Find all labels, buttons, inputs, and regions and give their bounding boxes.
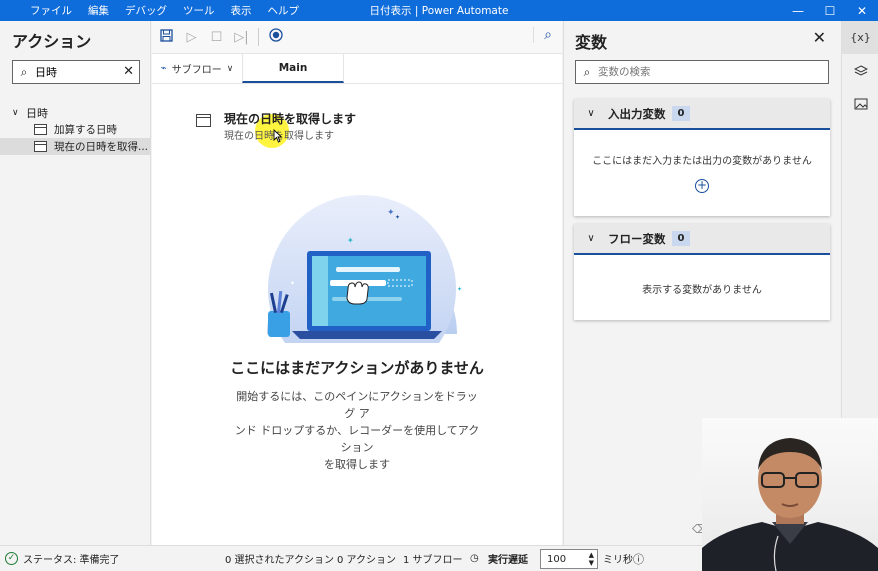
io-variables-body: ここにはまだ入力または出力の変数がありません + [574,130,830,193]
variables-search-input[interactable] [598,66,798,78]
menu-tools[interactable]: ツール [183,3,215,18]
spinner-arrows-icon[interactable]: ▲ ▼ [589,551,594,567]
add-variable-icon[interactable]: + [695,179,709,193]
empty-state-title: ここにはまだアクションがありません [230,359,484,377]
toolbar-divider [258,28,259,46]
subflows-count: 1 サブフロー [403,555,463,566]
tree-group-label: 日時 [26,106,48,120]
search-icon[interactable]: ⌕ [533,27,552,43]
svg-text:✦: ✦ [290,280,295,287]
subflow-icon: ⌁ [160,63,167,74]
title-bar: ファイル 編集 デバッグ ツール 表示 ヘルプ 日付表示 | Power Aut… [0,0,878,21]
svg-text:✦: ✦ [387,208,395,218]
dragged-action-title: 現在の日時を取得します [224,112,357,126]
info-icon[interactable]: ⓘ [633,551,644,567]
variables-pane-title: 変数 [575,33,608,52]
search-icon: ⌕ [583,64,591,79]
chevron-down-icon: ∨ [587,233,595,244]
calendar-icon [196,114,211,127]
selected-actions-count: 0 選択されたアクション [225,555,335,566]
svg-text:✦: ✦ [347,236,354,245]
chevron-down-icon: ∨ [587,108,595,119]
menu-help[interactable]: ヘルプ [268,3,300,18]
tree-item-get-current-datetime[interactable]: 現在の日時を取得... [0,138,151,155]
calendar-icon [34,124,47,135]
save-icon[interactable] [154,28,179,46]
menu-edit[interactable]: 編集 [88,3,109,18]
menu-bar: ファイル 編集 デバッグ ツール 表示 ヘルプ [30,3,315,18]
flow-designer: ▷ ☐ ▷| ⌕ ⌁ サブフロー ∨ Main 現在の日時を取得します 現在の日… [152,21,562,545]
actions-search-input[interactable] [35,65,115,79]
menu-file[interactable]: ファイル [30,3,72,18]
dragged-action-subtitle: 現在の日時を取得します [224,127,356,142]
subflows-dropdown[interactable]: ⌁ サブフロー ∨ [152,54,242,83]
status-text: ステータス: 準備完了 [23,555,120,566]
run-delay-value: 100 [547,553,567,565]
presenter-webcam [702,418,878,571]
status-ok-icon: ✓ [5,552,18,565]
menu-debug[interactable]: デバッグ [125,3,167,18]
actions-tree: ∨ 日時 加算する日時 現在の日時を取得... [0,104,151,155]
tree-group-datetime[interactable]: ∨ 日時 [0,104,151,121]
maximize-button[interactable]: ☐ [814,0,846,21]
images-icon[interactable] [842,87,878,120]
run-icon[interactable]: ▷ [179,30,204,45]
designer-toolbar: ▷ ☐ ▷| ⌕ [152,21,562,54]
chevron-down-icon: ∨ [12,107,19,118]
flow-variables-empty-text: 表示する変数がありません [642,285,762,296]
actions-search-box: ⌕ ✕ [12,60,140,84]
svg-text:✦: ✦ [457,286,462,293]
io-variables-empty-text: ここにはまだ入力または出力の変数がありません [592,156,812,167]
stop-icon[interactable]: ☐ [204,30,229,45]
search-icon: ⌕ [20,64,28,79]
io-variables-count: 0 [671,106,691,121]
dragged-action-text: 現在の日時を取得します 現在の日時を取得します [224,110,356,142]
calendar-icon [34,141,47,152]
ui-elements-icon[interactable] [842,54,878,87]
empty-state-description: 開始するには、このペインにアクションをドラッグ ア ンド ドロップするか、レコー… [232,388,482,473]
actions-pane-title: アクション [12,32,92,51]
actions-count: 0 アクション [337,555,397,566]
window-controls: — ☐ ✕ [782,0,878,21]
io-variables-label: 入出力変数 [608,106,666,121]
tab-main[interactable]: Main [242,54,344,83]
actions-pane: アクション ⌕ ✕ ∨ 日時 加算する日時 現在の日時を取得... [0,21,151,545]
chevron-down-icon: ∨ [226,63,234,74]
mouse-pointer-icon [273,128,283,147]
empty-state-line: 開始するには、このペインにアクションをドラッグ ア [236,390,478,420]
subflow-tabs: ⌁ サブフロー ∨ Main [152,54,562,84]
run-delay-label: 実行遅延 [488,555,528,566]
clock-icon: ◷ [470,553,479,564]
variables-icon[interactable]: {x} [842,21,878,54]
empty-state-line: ンド ドロップするか、レコーダーを使用してアクション [234,424,480,454]
io-variables-header[interactable]: ∨ 入出力変数 0 [574,99,830,130]
flow-variables-header[interactable]: ∨ フロー変数 0 [574,224,830,255]
io-variables-section: ∨ 入出力変数 0 ここにはまだ入力または出力の変数がありません + [574,99,830,216]
close-window-button[interactable]: ✕ [846,0,878,21]
empty-state-line: を取得します [324,458,390,471]
clear-search-icon[interactable]: ✕ [123,64,134,79]
flow-variables-body: 表示する変数がありません [574,255,830,296]
tree-item-add-datetime[interactable]: 加算する日時 [0,121,151,138]
minimize-button[interactable]: — [782,0,814,21]
tree-item-label: 現在の日時を取得... [54,141,149,153]
menu-view[interactable]: 表示 [231,3,252,18]
flow-variables-label: フロー変数 [608,231,666,246]
flow-variables-count: 0 [671,231,691,246]
run-next-action-icon[interactable]: ▷| [229,30,254,45]
subflow-label: サブフロー [171,65,222,76]
run-delay-input[interactable]: 100 ▲ ▼ [540,549,598,569]
flow-variables-section: ∨ フロー変数 0 表示する変数がありません [574,224,830,320]
tree-item-label: 加算する日時 [54,124,117,136]
variables-search-box: ⌕ [575,60,829,84]
empty-flow-illustration: ✦ ✦ ✦ ✦ ✦ [267,193,462,343]
svg-text:✦: ✦ [395,214,400,221]
delay-unit: ミリ秒 [603,555,633,566]
recorder-icon[interactable] [263,28,288,46]
presenter-picture [702,438,878,571]
close-icon[interactable]: ✕ [813,28,826,47]
